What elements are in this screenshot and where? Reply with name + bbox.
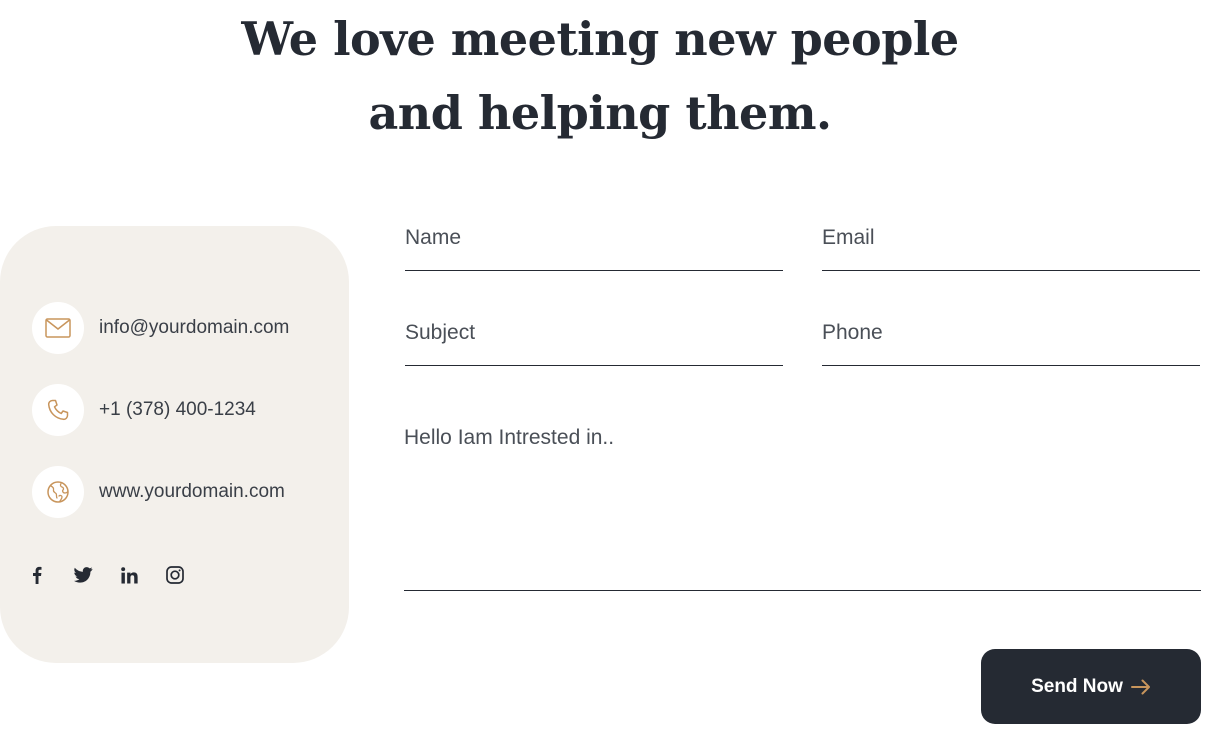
linkedin-icon[interactable] — [118, 564, 140, 586]
instagram-icon[interactable] — [164, 564, 186, 586]
name-input[interactable] — [405, 226, 783, 250]
contact-website-text[interactable]: www.yourdomain.com — [99, 481, 285, 503]
message-textarea[interactable] — [404, 424, 1201, 574]
contact-phone-row: +1 (378) 400-1234 — [32, 384, 256, 436]
subject-input[interactable] — [405, 321, 783, 345]
social-links — [26, 564, 210, 586]
email-input[interactable] — [822, 226, 1200, 250]
globe-icon — [32, 466, 84, 518]
page-heading-line-2: and helping them. — [368, 86, 832, 140]
phone-field-wrapper — [822, 321, 1200, 366]
page-heading-line-1: We love meeting new people — [241, 12, 959, 66]
contact-info-card: info@yourdomain.com +1 (378) 400-1234 ww… — [0, 226, 349, 663]
facebook-icon[interactable] — [26, 564, 48, 586]
subject-field-wrapper — [405, 321, 783, 366]
contact-website-row: www.yourdomain.com — [32, 466, 285, 518]
phone-input[interactable] — [822, 321, 1200, 345]
mail-icon — [32, 302, 84, 354]
contact-email-text[interactable]: info@yourdomain.com — [99, 317, 289, 339]
send-now-label: Send Now — [1031, 675, 1123, 697]
name-field-wrapper — [405, 226, 783, 271]
email-field-wrapper — [822, 226, 1200, 271]
contact-phone-text[interactable]: +1 (378) 400-1234 — [99, 399, 256, 421]
contact-email-row: info@yourdomain.com — [32, 302, 289, 354]
phone-icon — [32, 384, 84, 436]
send-now-button[interactable]: Send Now — [981, 649, 1201, 724]
twitter-icon[interactable] — [72, 564, 94, 586]
message-field-wrapper — [404, 424, 1201, 591]
arrow-right-icon — [1130, 679, 1151, 695]
